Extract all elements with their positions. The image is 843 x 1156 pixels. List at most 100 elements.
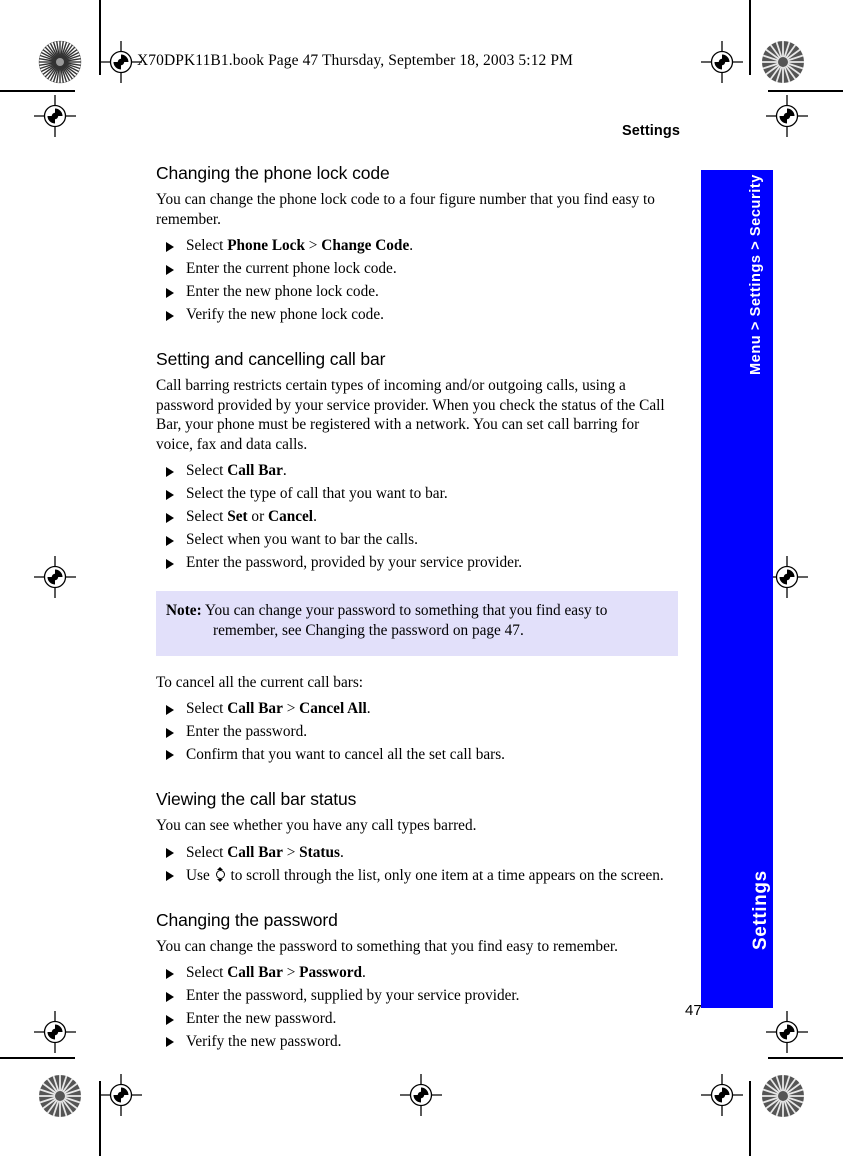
step-text: Use <box>186 866 214 884</box>
step-list-phone-lock: Select Phone Lock > Change Code. Enter t… <box>156 235 678 327</box>
list-item: Select Phone Lock > Change Code. <box>156 235 678 258</box>
list-item: Select Set or Cancel. <box>156 506 678 529</box>
bullet-triangle-icon <box>166 848 174 859</box>
section-intro-view-status: You can see whether you have any call ty… <box>156 817 477 835</box>
step-text: Verify the new phone lock code. <box>186 306 384 324</box>
step-bold-1: Set <box>227 508 248 526</box>
step-mid: > <box>282 700 300 718</box>
step-text: Confirm that you want to cancel all the … <box>186 745 506 763</box>
bullet-triangle-icon <box>166 241 174 252</box>
running-head: Settings <box>622 123 680 139</box>
bullet-triangle-icon <box>166 512 174 523</box>
section-intro-change-password: You can change the password to something… <box>156 937 618 955</box>
bullet-triangle-icon <box>166 489 174 500</box>
list-item: Enter the password, provided by your ser… <box>156 552 678 575</box>
bullet-triangle-icon <box>166 704 174 715</box>
step-post: to scroll through the list, only one ite… <box>226 866 664 884</box>
bullet-triangle-icon <box>166 968 174 979</box>
step-bold-2: Change Code <box>321 237 410 255</box>
bullet-triangle-icon <box>166 535 174 546</box>
list-item: Enter the new password. <box>156 1008 678 1031</box>
section-heading-view-status: Viewing the call bar status <box>156 788 357 809</box>
step-text: Select <box>186 843 228 861</box>
list-item: Enter the password. <box>156 721 678 744</box>
step-list-call-bar: Select Call Bar. Select the type of call… <box>156 460 678 575</box>
list-item: Select Call Bar. <box>156 460 678 483</box>
bullet-triangle-icon <box>166 264 174 275</box>
document-page: Settings Menu > Settings > Security Sett… <box>0 0 843 1156</box>
list-item: Select Call Bar > Password. <box>156 962 678 985</box>
list-item: Verify the new password. <box>156 1031 678 1054</box>
bullet-triangle-icon <box>166 466 174 477</box>
step-text: Verify the new password. <box>186 1033 342 1051</box>
note-box: Note: You can change your password to so… <box>156 591 678 656</box>
section-intro-cancel-all: To cancel all the current call bars: <box>156 673 364 691</box>
section-heading-change-password: Changing the password <box>156 909 338 930</box>
section-intro-phone-lock: You can change the phone lock code to a … <box>156 191 655 228</box>
side-tab: Menu > Settings > Security Settings <box>701 170 773 1008</box>
bullet-triangle-icon <box>166 991 174 1002</box>
bullet-triangle-icon <box>166 727 174 738</box>
step-text: Select <box>186 700 228 718</box>
step-text: Enter the new password. <box>186 1010 337 1028</box>
step-text: Enter the current phone lock code. <box>186 260 397 278</box>
bullet-triangle-icon <box>166 871 174 882</box>
step-text: Select <box>186 964 228 982</box>
step-mid: > <box>282 964 300 982</box>
step-text: Select <box>186 462 228 480</box>
step-text: Select <box>186 508 228 526</box>
step-list-change-password: Select Call Bar > Password. Enter the pa… <box>156 962 678 1054</box>
step-mid: > <box>282 843 300 861</box>
step-bold-2: Cancel All <box>299 700 367 718</box>
list-item: Select when you want to bar the calls. <box>156 529 678 552</box>
step-text: Select <box>186 237 228 255</box>
step-post: . <box>366 700 371 718</box>
note-text: You can change your password to somethin… <box>201 602 608 640</box>
step-text: Enter the new phone lock code. <box>186 283 379 301</box>
step-bold-2: Password <box>299 964 363 982</box>
step-bold-1: Call Bar <box>227 964 283 982</box>
section-intro-call-bar: Call barring restricts certain types of … <box>156 377 665 453</box>
step-bold-1: Call Bar <box>227 462 283 480</box>
list-item: Select Call Bar > Status. <box>156 842 678 865</box>
list-item: Use to scroll through the list, only one… <box>156 865 678 888</box>
bullet-triangle-icon <box>166 1014 174 1025</box>
list-item: Enter the current phone lock code. <box>156 258 678 281</box>
step-bold-2: Status <box>299 843 340 861</box>
list-item: Confirm that you want to cancel all the … <box>156 744 678 767</box>
side-tab-breadcrumb: Menu > Settings > Security <box>748 174 764 375</box>
section-heading-call-bar: Setting and cancelling call bar <box>156 349 386 370</box>
step-post: . <box>313 508 317 526</box>
bullet-triangle-icon <box>166 310 174 321</box>
side-tab-section-title: Settings <box>750 870 771 950</box>
step-post: . <box>409 237 414 255</box>
step-post: . <box>282 462 287 480</box>
note-box-content: Note: You can change your password to so… <box>166 601 666 641</box>
bullet-triangle-icon <box>166 1037 174 1048</box>
page-content: Changing the phone lock code You can cha… <box>156 163 678 1054</box>
nav-scroll-key-icon <box>215 866 226 882</box>
step-post: . <box>362 964 366 982</box>
step-text: Enter the password, provided by your ser… <box>186 554 523 572</box>
list-item: Enter the password, supplied by your ser… <box>156 985 678 1008</box>
step-mid: > <box>304 237 322 255</box>
step-text: Enter the password. <box>186 723 308 741</box>
list-item: Verify the new phone lock code. <box>156 304 678 327</box>
section-heading-phone-lock: Changing the phone lock code <box>156 163 390 183</box>
note-label: Note: <box>166 602 202 620</box>
list-item: Select the type of call that you want to… <box>156 483 678 506</box>
step-bold-1: Call Bar <box>227 843 283 861</box>
step-bold-1: Call Bar <box>227 700 283 718</box>
step-mid: or <box>247 508 269 526</box>
step-text: Select when you want to bar the calls. <box>186 531 418 549</box>
bullet-triangle-icon <box>166 750 174 761</box>
bullet-triangle-icon <box>166 558 174 569</box>
step-bold-2: Cancel <box>268 508 314 526</box>
page-number: 47 <box>685 1002 702 1019</box>
step-post: . <box>339 843 344 861</box>
step-bold-1: Phone Lock <box>227 237 305 255</box>
step-text: Enter the password, supplied by your ser… <box>186 987 520 1005</box>
bullet-triangle-icon <box>166 287 174 298</box>
list-item: Select Call Bar > Cancel All. <box>156 698 678 721</box>
step-text: Select the type of call that you want to… <box>186 485 448 503</box>
